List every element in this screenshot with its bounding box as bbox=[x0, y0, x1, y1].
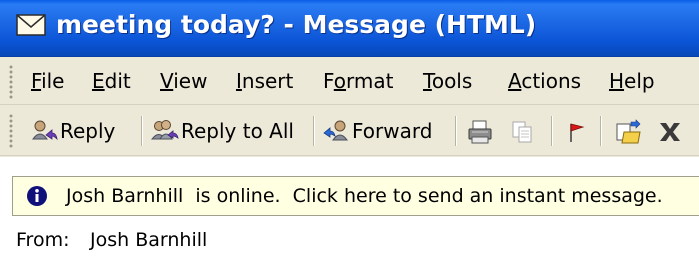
message-window: meeting today? - Message (HTML) File Edi… bbox=[0, 0, 699, 262]
menu-help[interactable]: Help bbox=[609, 69, 655, 93]
envelope-icon bbox=[16, 14, 46, 36]
from-value[interactable]: Josh Barnhill bbox=[90, 229, 207, 251]
menu-bar: File Edit View Insert Format Tools Actio… bbox=[0, 57, 699, 105]
forward-button[interactable]: Forward bbox=[322, 114, 432, 148]
move-to-folder-icon[interactable] bbox=[614, 118, 642, 146]
menu-format[interactable]: Format bbox=[323, 69, 394, 93]
menu-view[interactable]: View bbox=[160, 69, 207, 93]
menu-insert[interactable]: Insert bbox=[236, 69, 293, 93]
toolbar-grip[interactable] bbox=[9, 114, 13, 148]
reply-icon bbox=[32, 120, 58, 141]
print-icon[interactable] bbox=[466, 118, 494, 146]
menu-edit[interactable]: Edit bbox=[92, 69, 131, 93]
message-header: From: Josh Barnhill bbox=[0, 219, 699, 262]
delete-icon[interactable] bbox=[656, 118, 684, 146]
reply-to-all-button[interactable]: Reply to All bbox=[151, 114, 294, 148]
reply-to-all-label: Reply to All bbox=[181, 119, 294, 143]
info-icon bbox=[27, 186, 47, 206]
toolbar-separator bbox=[600, 116, 602, 146]
toolbar-separator bbox=[455, 116, 457, 146]
from-label: From: bbox=[16, 229, 70, 251]
forward-icon bbox=[323, 120, 348, 141]
reply-label: Reply bbox=[60, 119, 116, 143]
copy-icon[interactable] bbox=[508, 118, 536, 146]
toolbar-separator bbox=[141, 116, 143, 146]
menu-actions[interactable]: Actions bbox=[508, 69, 581, 93]
instant-message-infobar[interactable]: Josh Barnhill is online. Click here to s… bbox=[12, 176, 699, 216]
menu-tools[interactable]: Tools bbox=[423, 69, 472, 93]
standard-toolbar: Reply Reply to All Forward bbox=[0, 106, 699, 156]
flag-icon[interactable] bbox=[561, 118, 589, 146]
menu-file[interactable]: File bbox=[31, 69, 64, 93]
window-title: meeting today? - Message (HTML) bbox=[56, 10, 537, 39]
infobar-area: Josh Barnhill is online. Click here to s… bbox=[0, 157, 699, 219]
title-bar[interactable]: meeting today? - Message (HTML) bbox=[0, 0, 699, 57]
infobar-text: Josh Barnhill is online. Click here to s… bbox=[66, 185, 663, 207]
toolbar-separator bbox=[313, 116, 315, 146]
forward-label: Forward bbox=[352, 119, 433, 143]
menubar-grip[interactable] bbox=[9, 65, 13, 99]
toolbar-separator bbox=[551, 116, 553, 146]
reply-button[interactable]: Reply bbox=[30, 114, 115, 148]
reply-all-icon bbox=[151, 120, 179, 140]
